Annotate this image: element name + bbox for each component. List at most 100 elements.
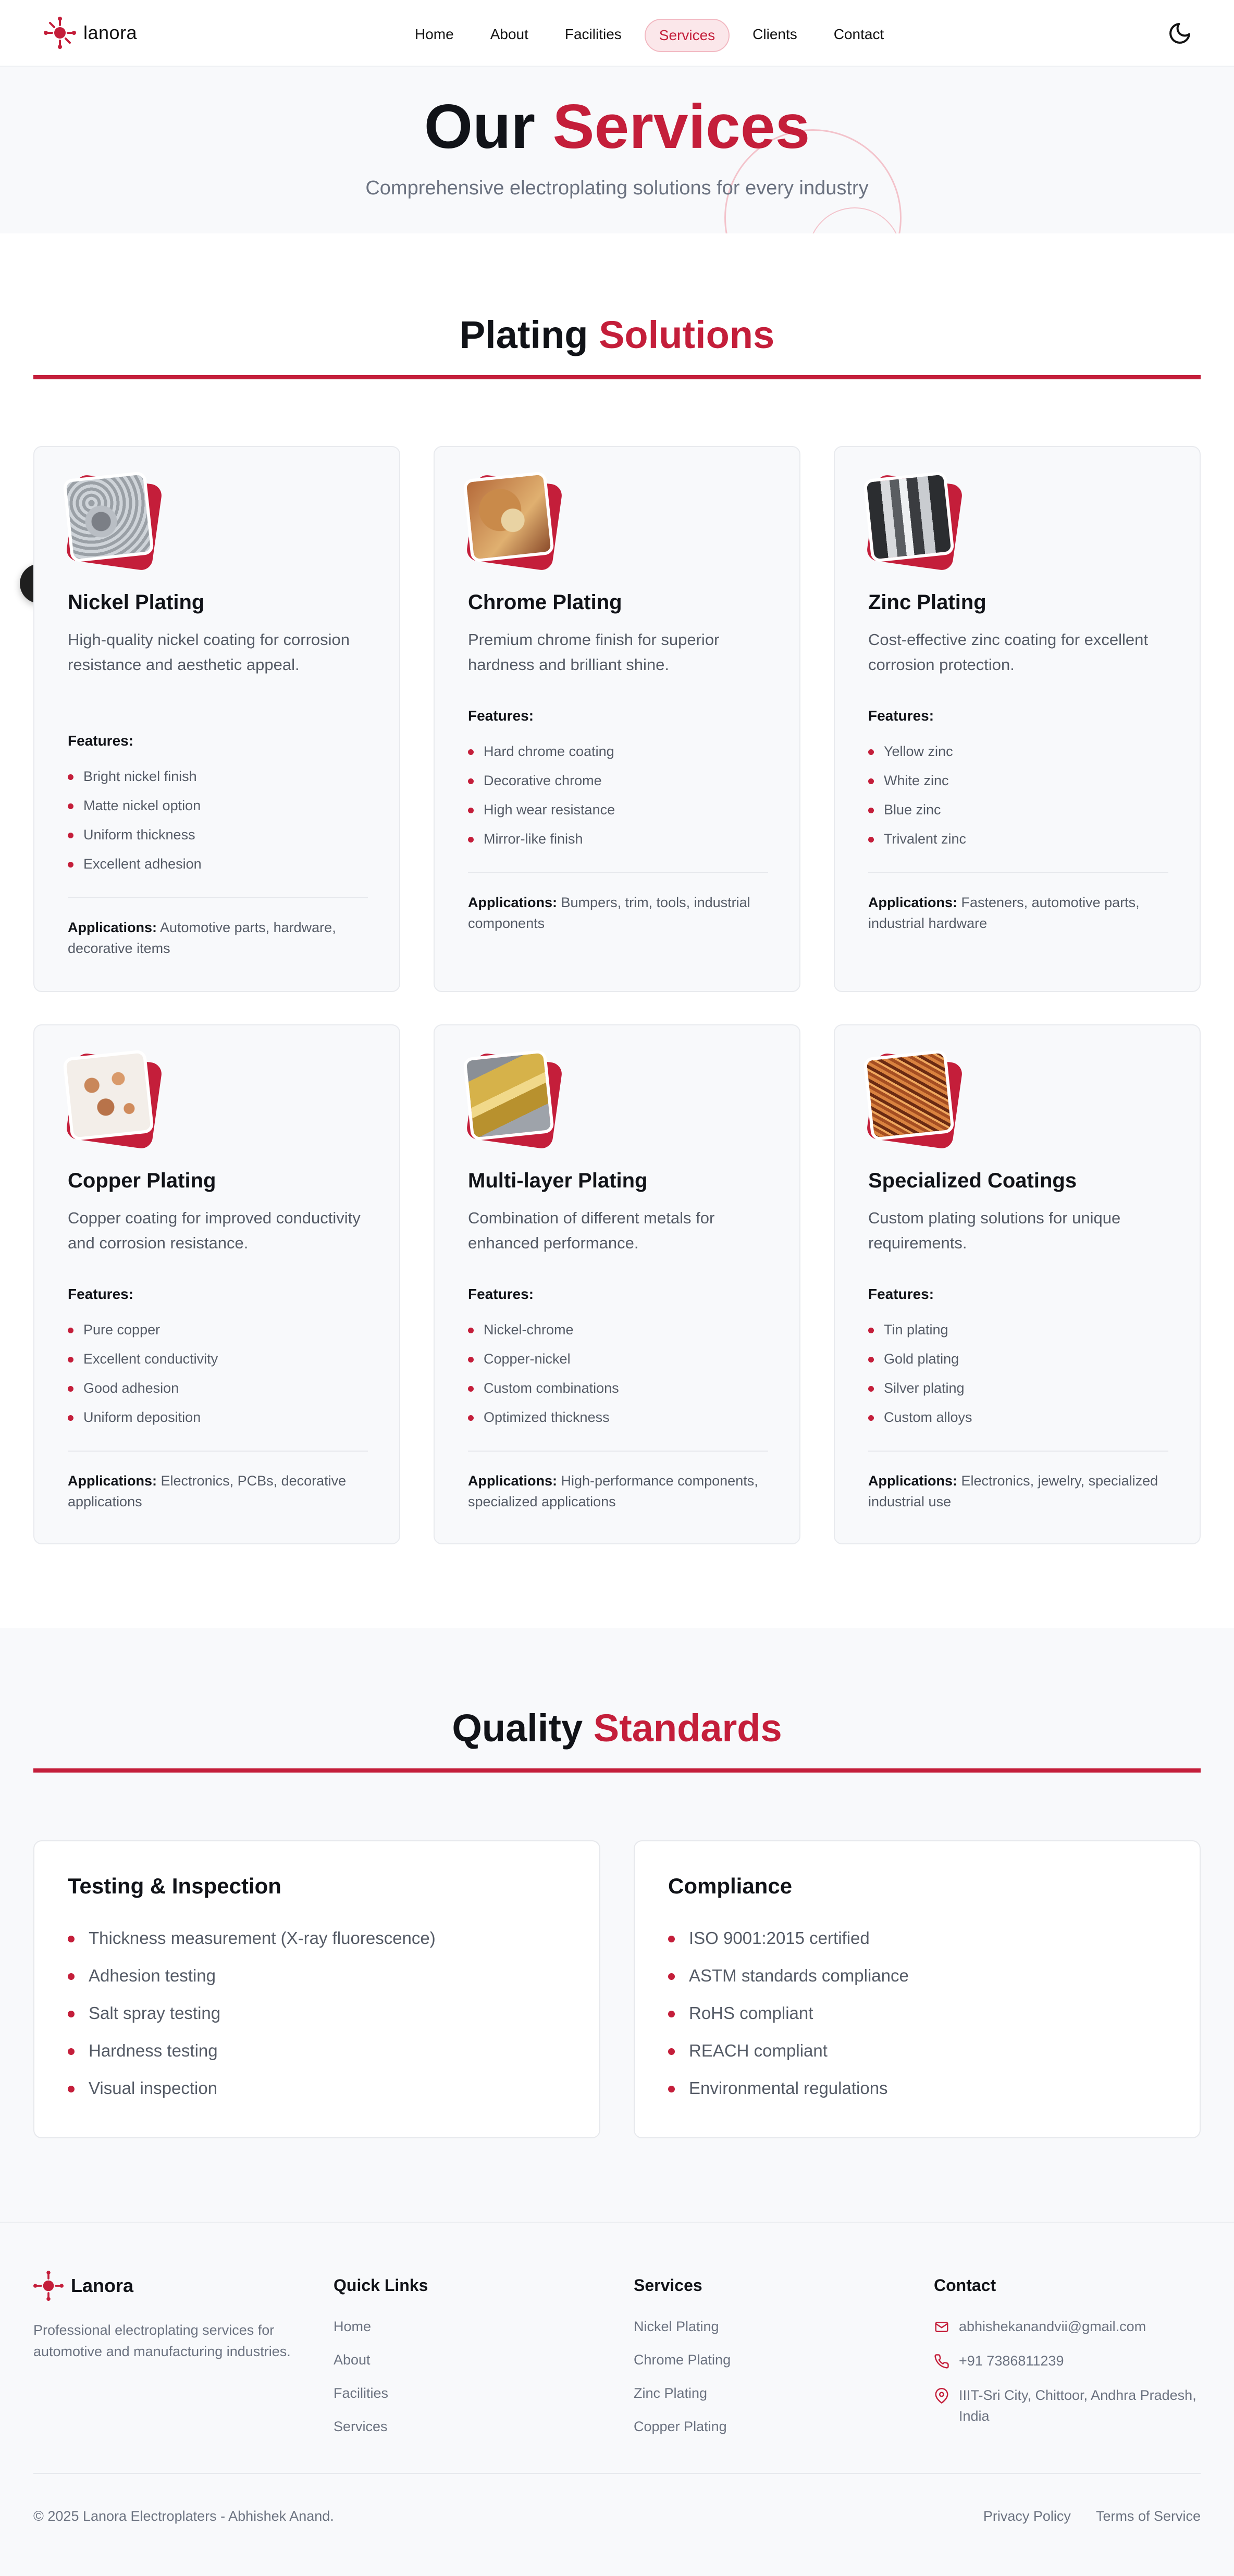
contact-email[interactable]: abhishekanandvii@gmail.com: [934, 2316, 1205, 2337]
features-label: Features:: [68, 733, 134, 749]
card-title: Chrome Plating: [468, 591, 622, 614]
service-card-multilayer: Multi-layer Plating Combination of diffe…: [434, 1024, 800, 1544]
feature-item: Trivalent zinc: [868, 824, 966, 853]
feature-item: Pure copper: [68, 1315, 218, 1344]
card-title: Testing & Inspection: [68, 1874, 281, 1898]
list-item: ISO 9001:2015 certified: [668, 1919, 909, 1957]
card-divider: [868, 1451, 1168, 1452]
footer-link-nickel[interactable]: Nickel Plating: [634, 2316, 731, 2349]
list-item: Thickness measurement (X-ray fluorescenc…: [68, 1919, 436, 1957]
card-description: Premium chrome finish for superior hardn…: [468, 630, 720, 674]
multilayer-image: [463, 1049, 563, 1150]
applications-label: Applications:: [868, 1473, 958, 1489]
footer-brand-name: Lanora: [71, 2275, 134, 2296]
features-label: Features:: [468, 1286, 534, 1302]
footer-link-home[interactable]: Home: [334, 2316, 428, 2349]
logo-icon: [44, 17, 76, 49]
footer-link-services[interactable]: Services: [334, 2416, 428, 2449]
contact-address: IIIT-Sri City, Chittoor, Andhra Pradesh,…: [934, 2385, 1205, 2426]
feature-item: Good adhesion: [68, 1373, 218, 1403]
page-title: Our Services: [0, 91, 1234, 163]
hero-subtitle: Comprehensive electroplating solutions f…: [365, 177, 869, 199]
compliance-card: Compliance ISO 9001:2015 certified ASTM …: [634, 1840, 1201, 2138]
phone-text: +91 7386811239: [959, 2353, 1064, 2369]
feature-item: Gold plating: [868, 1344, 972, 1373]
title-part-2: Services: [552, 92, 810, 162]
feature-item: Optimized thickness: [468, 1403, 619, 1432]
service-card-specialized: Specialized Coatings Custom plating solu…: [834, 1024, 1201, 1544]
feature-item: Excellent adhesion: [68, 849, 202, 878]
feature-item: Yellow zinc: [868, 737, 966, 766]
applications-text: Applications: Bumpers, trim, tools, indu…: [468, 892, 775, 934]
card-description: Combination of different metals for enha…: [468, 1209, 715, 1252]
nav-links: Home About Facilities Services Clients C…: [401, 19, 897, 52]
logo-text: lanora: [83, 22, 138, 43]
footer-link-copper[interactable]: Copper Plating: [634, 2416, 731, 2449]
logo-icon: [33, 2271, 64, 2301]
nav-about[interactable]: About: [477, 19, 542, 52]
footer: Lanora Professional electroplating servi…: [0, 2222, 1234, 2576]
feature-item: Custom combinations: [468, 1373, 619, 1403]
feature-item: High wear resistance: [468, 795, 615, 824]
nav-home[interactable]: Home: [401, 19, 467, 52]
column-title: Quick Links: [334, 2276, 428, 2295]
column-title: Services: [634, 2276, 702, 2295]
email-text: abhishekanandvii@gmail.com: [959, 2319, 1146, 2334]
list-item: ASTM standards compliance: [668, 1957, 909, 1995]
list-item: Hardness testing: [68, 2032, 436, 2070]
compliance-list: ISO 9001:2015 certified ASTM standards c…: [668, 1919, 909, 2107]
card-divider: [68, 897, 368, 898]
heading-part-1: Quality: [452, 1706, 583, 1750]
feature-item: Decorative chrome: [468, 766, 615, 795]
service-card-zinc: Zinc Plating Cost-effective zinc coating…: [834, 446, 1201, 992]
features-list: Nickel-chrome Copper-nickel Custom combi…: [468, 1315, 619, 1432]
nav-facilities[interactable]: Facilities: [551, 19, 635, 52]
nav-clients[interactable]: Clients: [739, 19, 811, 52]
heading-part-2: Solutions: [599, 313, 775, 356]
logo[interactable]: lanora: [44, 17, 137, 49]
footer-brand[interactable]: Lanora: [33, 2271, 133, 2301]
list-item: RoHS compliant: [668, 1995, 909, 2032]
list-item: Environmental regulations: [668, 2070, 909, 2107]
card-divider: [468, 872, 768, 873]
footer-link-facilities[interactable]: Facilities: [334, 2383, 428, 2416]
card-divider: [868, 872, 1168, 873]
applications-text: Applications: Automotive parts, hardware…: [68, 917, 375, 959]
service-card-chrome: Chrome Plating Premium chrome finish for…: [434, 446, 800, 992]
card-title: Specialized Coatings: [868, 1169, 1077, 1192]
features-label: Features:: [868, 708, 934, 724]
applications-label: Applications:: [468, 895, 558, 910]
nav-contact[interactable]: Contact: [820, 19, 898, 52]
list-item: Adhesion testing: [68, 1957, 436, 1995]
features-label: Features:: [68, 1286, 134, 1302]
footer-services: Services Nickel Plating Chrome Plating Z…: [634, 2276, 731, 2449]
applications-label: Applications:: [68, 920, 157, 935]
list-item: REACH compliant: [668, 2032, 909, 2070]
footer-link-about[interactable]: About: [334, 2349, 428, 2383]
applications-label: Applications:: [468, 1473, 558, 1489]
title-part-1: Our: [424, 92, 536, 162]
zinc-image: [863, 471, 964, 572]
footer-link-zinc[interactable]: Zinc Plating: [634, 2383, 731, 2416]
card-description: Custom plating solutions for unique requ…: [868, 1209, 1121, 1252]
terms-of-service-link[interactable]: Terms of Service: [1096, 2508, 1201, 2524]
heading-part-1: Plating: [459, 313, 588, 356]
phone-icon: [934, 2354, 949, 2369]
privacy-policy-link[interactable]: Privacy Policy: [983, 2508, 1071, 2524]
list-item: Salt spray testing: [68, 1995, 436, 2032]
moon-icon[interactable]: [1167, 21, 1192, 46]
footer-divider: [33, 2473, 1201, 2474]
list-item: Visual inspection: [68, 2070, 436, 2107]
contact-phone[interactable]: +91 7386811239: [934, 2350, 1205, 2371]
feature-item: Silver plating: [868, 1373, 972, 1403]
column-title: Contact: [934, 2276, 996, 2295]
copyright-text: © 2025 Lanora Electroplaters - Abhishek …: [33, 2508, 334, 2524]
service-card-nickel: Nickel Plating High-quality nickel coati…: [33, 446, 400, 992]
feature-item: Custom alloys: [868, 1403, 972, 1432]
copper-image: [63, 1049, 163, 1150]
mail-icon: [935, 2322, 948, 2332]
card-title: Copper Plating: [68, 1169, 216, 1192]
applications-text: Applications: Fasteners, automotive part…: [868, 892, 1176, 934]
footer-link-chrome[interactable]: Chrome Plating: [634, 2349, 731, 2383]
nav-services[interactable]: Services: [644, 19, 730, 52]
